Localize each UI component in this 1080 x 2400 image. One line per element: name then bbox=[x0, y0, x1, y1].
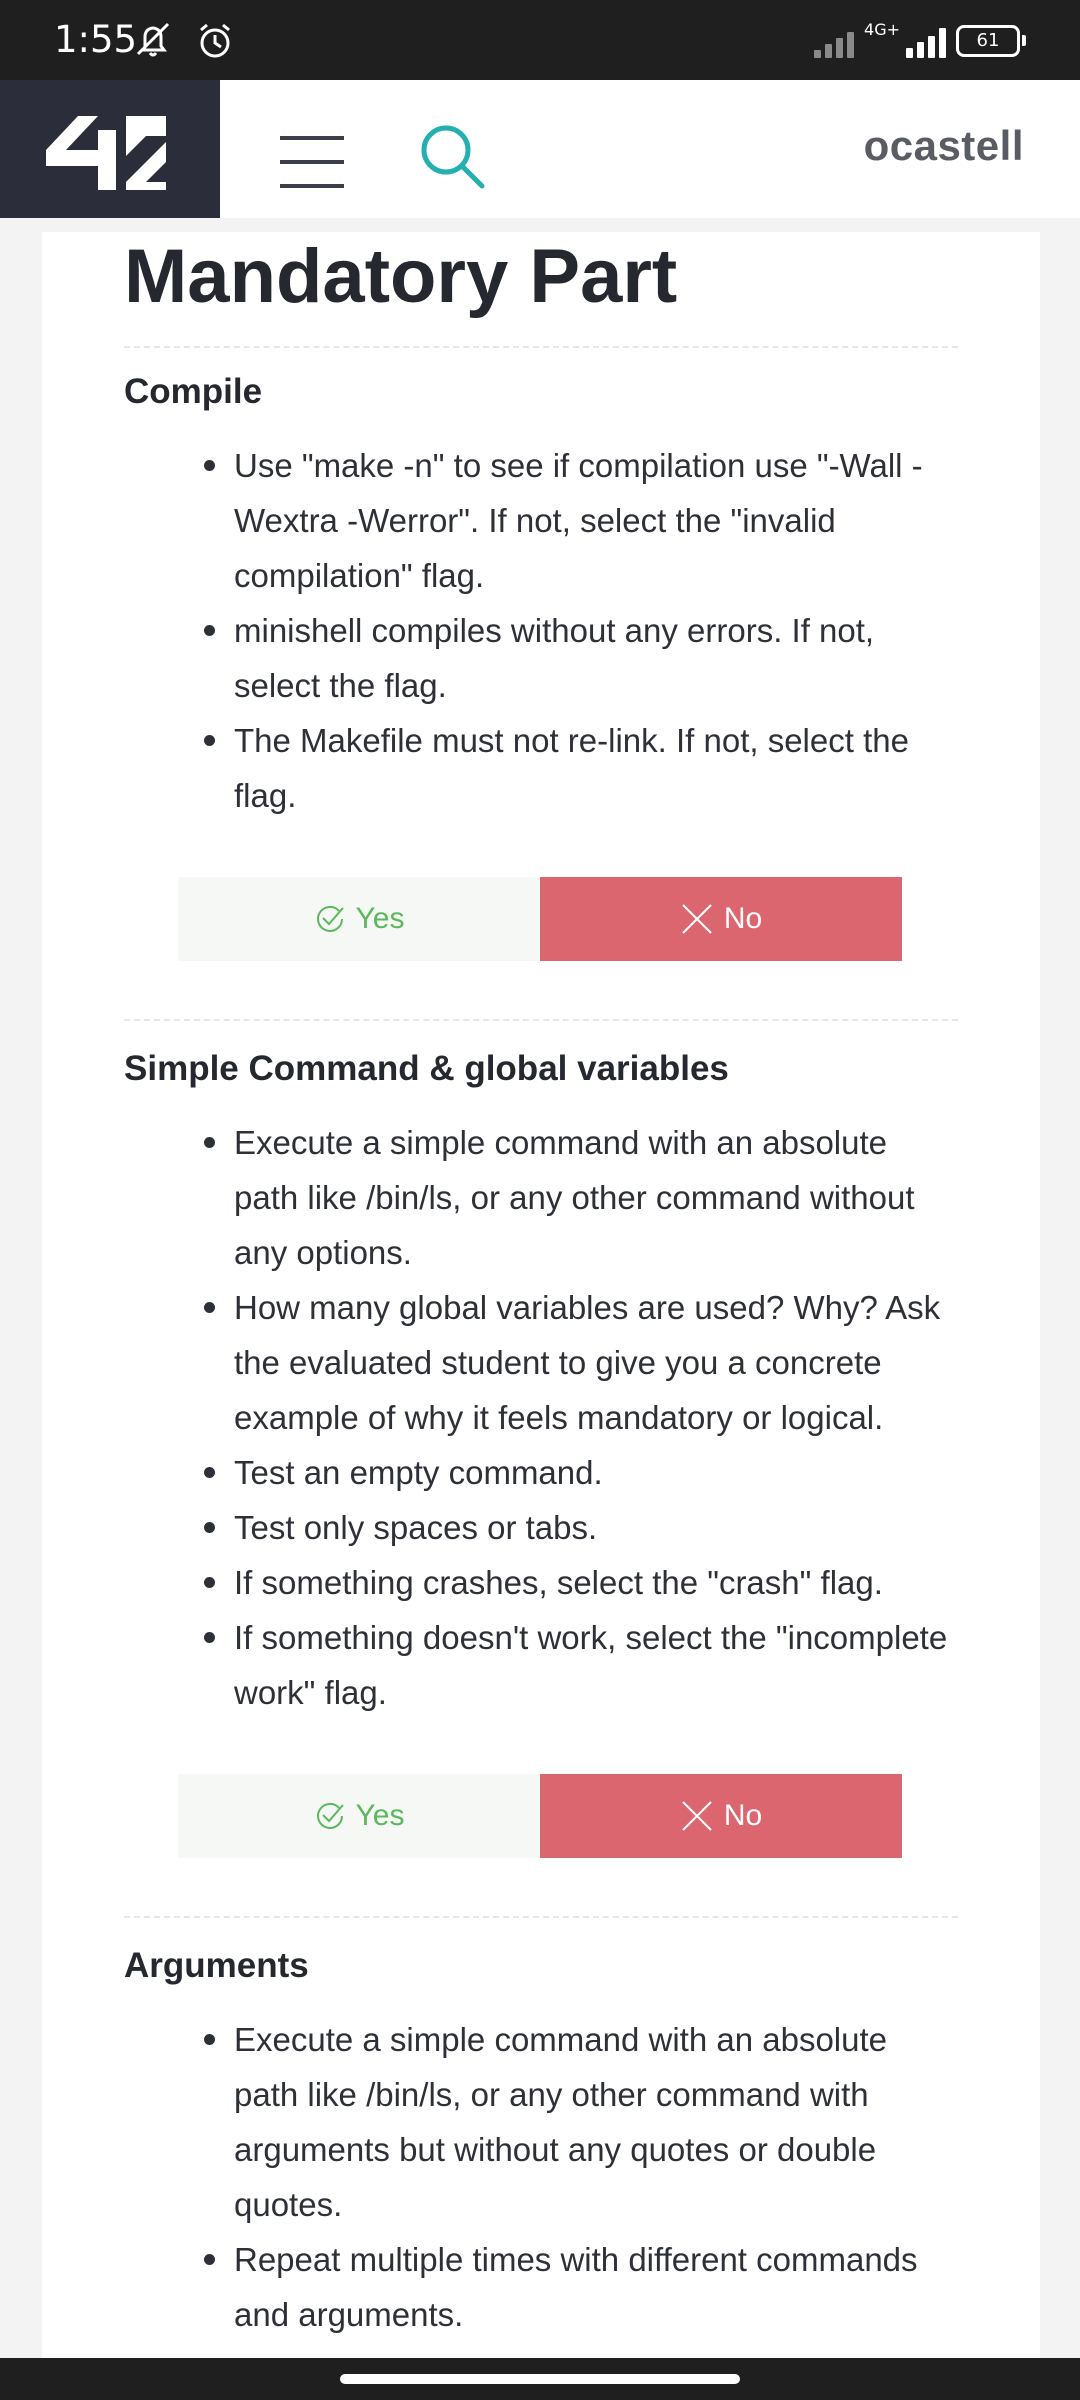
network-type: 4G+ bbox=[864, 20, 900, 39]
list-item: The Makefile must not re-link. If not, s… bbox=[204, 713, 958, 823]
close-icon bbox=[682, 1801, 712, 1831]
username[interactable]: ocastell bbox=[864, 122, 1024, 170]
notifications-muted-icon bbox=[136, 22, 170, 57]
section-title: Simple Command & global variables bbox=[124, 1049, 729, 1088]
app-header: ocastell bbox=[0, 80, 1080, 218]
list-item: If something doesn't work, select the "i… bbox=[204, 1610, 958, 1720]
yes-button[interactable]: Yes bbox=[178, 1774, 540, 1858]
divider bbox=[124, 1019, 958, 1021]
status-bar: 1:55 4G+ 61 bbox=[0, 0, 1080, 80]
section-simple-command: Simple Command & global variables Execut… bbox=[124, 1049, 958, 1858]
yes-no-buttons: Yes No bbox=[178, 877, 902, 961]
page-title: Mandatory Part bbox=[124, 234, 678, 319]
section-compile: Compile Use "make -n" to see if compilat… bbox=[124, 372, 958, 961]
yes-no-buttons: Yes No bbox=[178, 1774, 902, 1858]
yes-button[interactable]: Yes bbox=[178, 877, 540, 961]
search-icon[interactable] bbox=[418, 122, 486, 190]
check-icon bbox=[316, 905, 344, 932]
yes-label: Yes bbox=[355, 1799, 405, 1832]
battery-icon: 61 bbox=[956, 25, 1026, 57]
evaluation-card: Mandatory Part Compile Use "make -n" to … bbox=[42, 232, 1040, 2358]
home-gesture-handle[interactable] bbox=[340, 2374, 740, 2384]
check-icon bbox=[316, 1802, 344, 1829]
status-indicators: 4G+ 61 bbox=[814, 20, 1026, 58]
close-icon bbox=[682, 904, 712, 934]
divider bbox=[124, 1916, 958, 1918]
signal-icon-sim1 bbox=[814, 24, 855, 58]
bullet-list: Use "make -n" to see if compilation use … bbox=[124, 438, 958, 823]
status-time: 1:55 bbox=[54, 18, 138, 61]
system-nav-bar bbox=[0, 2358, 1080, 2400]
list-item: How many global variables are used? Why?… bbox=[204, 1280, 958, 1445]
list-item: Use "make -n" to see if compilation use … bbox=[204, 438, 958, 603]
evaluation-content: Mandatory Part Compile Use "make -n" to … bbox=[124, 232, 958, 2342]
section-arguments: Arguments Execute a simple command with … bbox=[124, 1946, 958, 2342]
menu-icon[interactable] bbox=[280, 134, 344, 190]
list-item: Execute a simple command with an absolut… bbox=[204, 2012, 958, 2232]
bullet-list: Execute a simple command with an absolut… bbox=[124, 1115, 958, 1720]
list-item: Repeat multiple times with different com… bbox=[204, 2232, 958, 2342]
list-item: If something crashes, select the "crash"… bbox=[204, 1555, 958, 1610]
list-item: Test an empty command. bbox=[204, 1445, 958, 1500]
logo[interactable] bbox=[0, 80, 220, 218]
section-title: Arguments bbox=[124, 1946, 309, 1985]
list-item: Test only spaces or tabs. bbox=[204, 1500, 958, 1555]
no-button[interactable]: No bbox=[540, 1774, 902, 1858]
section-title: Compile bbox=[124, 372, 263, 411]
logo-42-icon bbox=[46, 116, 166, 190]
signal-icon bbox=[906, 24, 946, 58]
no-label: No bbox=[723, 902, 763, 935]
bullet-list: Execute a simple command with an absolut… bbox=[124, 2012, 958, 2342]
list-item: Execute a simple command with an absolut… bbox=[204, 1115, 958, 1280]
yes-label: Yes bbox=[355, 902, 405, 935]
alarm-icon bbox=[200, 23, 230, 58]
list-item: minishell compiles without any errors. I… bbox=[204, 603, 958, 713]
divider bbox=[124, 346, 958, 348]
no-label: No bbox=[723, 1799, 763, 1832]
no-button[interactable]: No bbox=[540, 877, 902, 961]
